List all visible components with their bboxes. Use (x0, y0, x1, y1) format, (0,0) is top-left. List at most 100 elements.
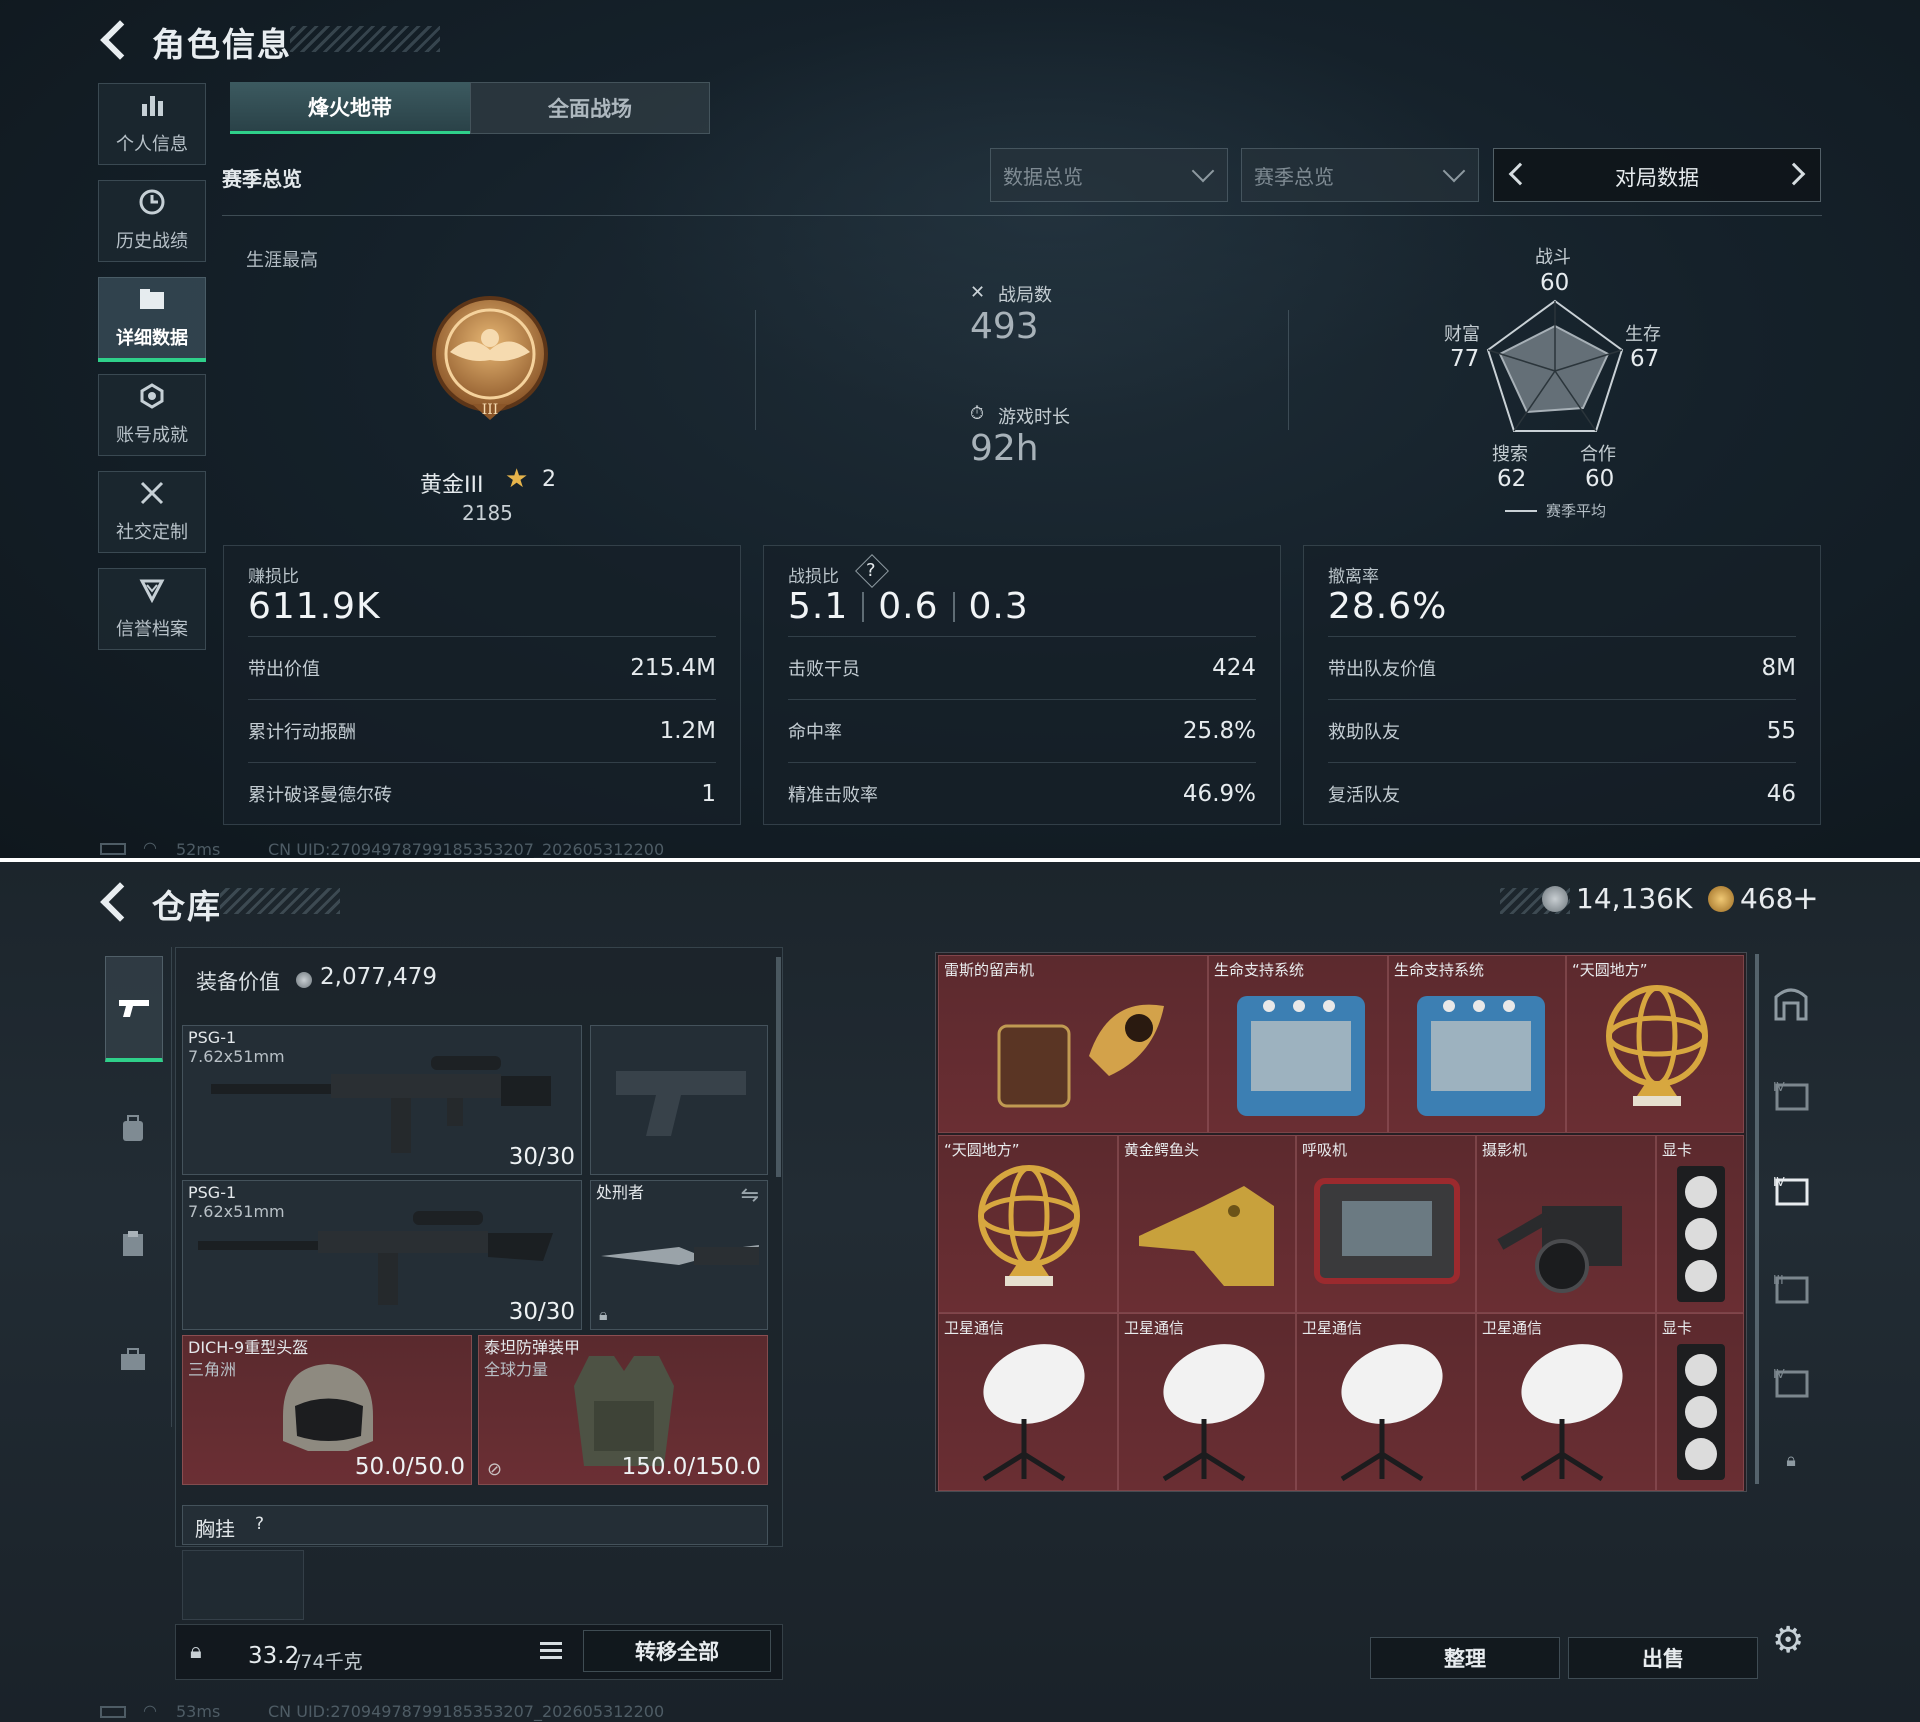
tab-full-battlefield[interactable]: 全面战场 (470, 82, 710, 134)
helmet-durability: 50.0/50.0 (354, 1454, 465, 1480)
back-arrow-icon[interactable] (100, 882, 140, 922)
rank-name: 黄金III (420, 473, 484, 498)
arch-icon (1774, 988, 1808, 1021)
storage-tab-locked[interactable]: 🔒︎ (1764, 1430, 1818, 1490)
item-satcom-2[interactable]: 卫星通信 (1118, 1313, 1296, 1491)
data-overview-dropdown[interactable]: 数据总览 (990, 148, 1228, 202)
item-satcom-4[interactable]: 卫星通信 (1476, 1313, 1656, 1491)
sidebar-weapons[interactable] (105, 956, 163, 1062)
item-camera[interactable]: 摄影机 (1476, 1135, 1656, 1313)
extract-card: 撤离率 28.6% 带出队友价值 8M 救助队友 55 复活队友 46 (1303, 545, 1821, 825)
armillary-sphere-icon (978, 1165, 1080, 1286)
knife-icon (601, 1245, 759, 1265)
storage-tab-home[interactable] (1764, 972, 1818, 1032)
card-title: 战损比 (788, 567, 839, 587)
primary-weapon-slot[interactable]: PSG-1 7.62x51mm 30/30 (182, 1025, 582, 1175)
storage-box-icon: IV (1773, 1080, 1809, 1111)
storage-tab-active[interactable]: IV (1764, 1160, 1818, 1220)
transfer-all-button[interactable]: 转移全部 (583, 1630, 771, 1672)
armor-slot[interactable]: 泰坦防弹装甲 全球力量 ⊘ 150.0/150.0 (478, 1335, 768, 1485)
matches-value: 493 (970, 306, 1039, 347)
armor-durability: 150.0/150.0 (621, 1454, 761, 1480)
item-life-support-1[interactable]: 生命支持系统 (1208, 955, 1388, 1133)
item-satcom-3[interactable]: 卫星通信 (1296, 1313, 1476, 1491)
item-gramophone[interactable]: 雷斯的留声机 (938, 955, 1208, 1133)
season-overview-dropdown[interactable]: 赛季总览 (1241, 148, 1479, 202)
chevron-down-icon (1191, 159, 1215, 183)
stat-key: 击败干员 (788, 658, 860, 680)
currency-tokens: 468 (1740, 882, 1794, 915)
item-gpu-2[interactable]: 显卡 (1656, 1313, 1744, 1491)
storage-tab-5[interactable]: IV (1764, 1352, 1818, 1412)
weight-max: /74千克 (294, 1651, 363, 1673)
sidebar-item-label: 账号成就 (116, 425, 188, 446)
sidebar-item-detailed-data[interactable]: 详细数据 (98, 277, 206, 362)
radar-chart (1486, 299, 1624, 432)
sidebar-backpack[interactable] (118, 1114, 148, 1144)
sidebar-item-achievements[interactable]: 账号成就 (98, 374, 206, 456)
item-satcom-1[interactable]: 卫星通信 (938, 1313, 1118, 1491)
swap-icon[interactable]: ⇋ (741, 1183, 759, 1208)
sidebar-item-history[interactable]: 历史战绩 (98, 180, 206, 262)
star-icon: ★ (505, 464, 529, 494)
list-icon[interactable] (538, 1638, 564, 1664)
sort-button[interactable]: 整理 (1370, 1637, 1560, 1679)
character-info-panel: 角色信息 个人信息 历史战绩 详细数据 账号成就 社交定制 信誉档案 烽火地带 … (0, 0, 1920, 858)
crossed-swords-icon: ✕ (970, 282, 986, 303)
storage-tab-3[interactable]: III (1764, 1258, 1818, 1318)
storage-box-icon: IV (1773, 1175, 1809, 1206)
kd-card: 战损比 ? 5.1 0.6 0.3 击败干员 424 命中率 25.8% 精准击败率… (763, 545, 1281, 825)
help-icon[interactable]: ? (255, 1514, 264, 1534)
svg-text:III: III (482, 402, 499, 418)
sell-button[interactable]: 出售 (1568, 1637, 1758, 1679)
helmet-slot[interactable]: DICH-9重型头盔 三角洲 50.0/50.0 (182, 1335, 472, 1485)
item-armillary-2[interactable]: “天圆地方” (938, 1135, 1118, 1313)
back-arrow-icon[interactable] (100, 20, 140, 60)
radar-search-value: 62 (1497, 466, 1527, 492)
sidebar-item-personal[interactable]: 个人信息 (98, 83, 206, 165)
sidebar-item-social[interactable]: 社交定制 (98, 471, 206, 553)
item-golden-croc[interactable]: 黄金鳄鱼头 (1118, 1135, 1296, 1313)
stat-row: 命中率 25.8% (788, 699, 1256, 761)
secondary-weapon-slot[interactable]: PSG-1 7.62x51mm 30/30 (182, 1180, 582, 1330)
rank-points: 2185 (462, 501, 513, 525)
item-life-support-2[interactable]: 生命支持系统 (1388, 955, 1566, 1133)
storage-tab-4[interactable]: IV (1764, 1065, 1818, 1125)
item-gpu-1[interactable]: 显卡 (1656, 1135, 1744, 1313)
stat-key: 带出队友价值 (1328, 658, 1436, 680)
rifle-icon (211, 1056, 551, 1153)
sidebar-item-reputation[interactable]: 信誉档案 (98, 568, 206, 650)
tab-warzone[interactable]: 烽火地带 (230, 82, 470, 134)
header-divider (222, 215, 1822, 216)
sidebar-item-label: 信誉档案 (116, 619, 188, 640)
stat-value: 25.8% (1182, 717, 1256, 744)
add-currency-icon[interactable]: + (1792, 879, 1819, 917)
pistol-slot[interactable] (590, 1025, 768, 1175)
kd-separator (952, 591, 955, 622)
rifle-icon (198, 1211, 553, 1305)
sidebar-case[interactable] (118, 1229, 148, 1259)
item-name: 摄影机 (1482, 1141, 1528, 1159)
sidebar-briefcase[interactable] (118, 1345, 148, 1375)
scrollbar[interactable] (776, 957, 781, 1177)
gramophone-icon (997, 1004, 1164, 1108)
gear-icon[interactable]: ⚙ (1772, 1620, 1804, 1661)
battery-icon (100, 843, 126, 855)
item-ventilator[interactable]: 呼吸机 (1296, 1135, 1476, 1313)
item-armillary-1[interactable]: “天圆地方” (1566, 955, 1744, 1133)
storage-scrollbar[interactable] (1755, 954, 1759, 1484)
croc-head-icon (1139, 1186, 1274, 1286)
svg-text:IV: IV (1773, 1367, 1786, 1381)
shield-icon (139, 577, 165, 609)
card-title: 撤离率 (1328, 567, 1379, 587)
chest-rig-slot[interactable] (182, 1550, 304, 1620)
storage-box-icon: III (1773, 1273, 1809, 1304)
lock-icon: 🔒︎ (599, 1305, 608, 1324)
armor-sub: 全球力量 (484, 1360, 549, 1379)
radar-wealth-label: 财富 (1444, 324, 1480, 345)
stat-row: 救助队友 55 (1328, 699, 1796, 761)
stat-key: 带出价值 (248, 658, 320, 680)
melee-slot[interactable]: 处刑者 ⇋ 🔒︎ (590, 1180, 768, 1330)
item-name: 卫星通信 (1302, 1319, 1363, 1337)
card-big-value: 611.9K (248, 586, 381, 627)
